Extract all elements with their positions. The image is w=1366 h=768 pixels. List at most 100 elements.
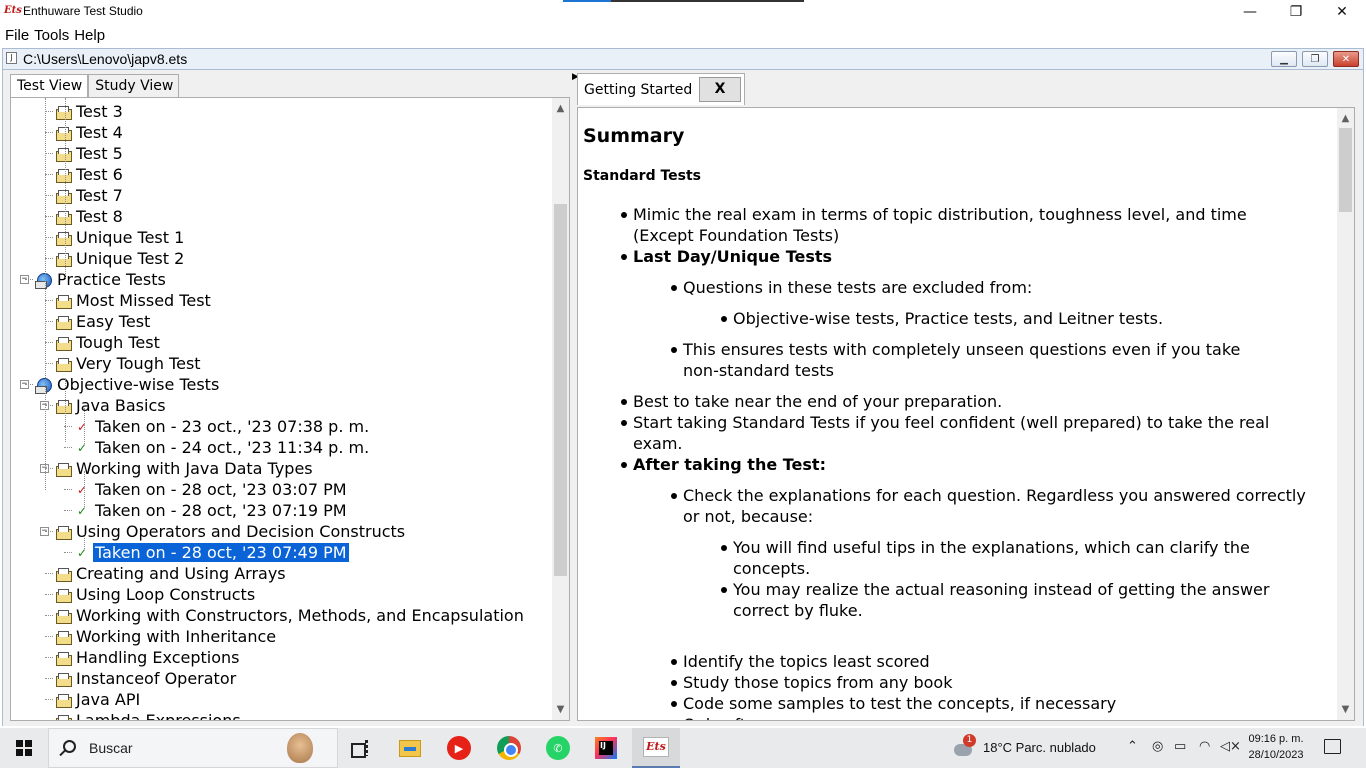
tree-row[interactable]: Instanceof Operator bbox=[55, 668, 238, 689]
tree-row[interactable]: Working with Constructors, Methods, and … bbox=[55, 605, 526, 626]
tree-connector bbox=[64, 552, 72, 553]
chevron-up-icon[interactable]: ⌃ bbox=[1127, 739, 1138, 754]
weather-icon[interactable] bbox=[950, 734, 976, 758]
tree-row[interactable]: ✓ Taken on - 28 oct, '23 03:07 PM bbox=[74, 479, 349, 500]
frame-close-button[interactable]: ✕ bbox=[1333, 51, 1359, 67]
tree-row-label: Unique Test 1 bbox=[76, 228, 185, 247]
tree-row[interactable]: − Working with Java Data Types bbox=[40, 458, 315, 479]
tree-row[interactable]: Unique Test 1 bbox=[55, 227, 186, 248]
file-explorer-button[interactable] bbox=[386, 728, 434, 768]
tree-connector bbox=[45, 363, 53, 364]
tree-row-label: Unique Test 2 bbox=[76, 249, 185, 268]
bullet-line: non-standard tests bbox=[683, 361, 834, 380]
restore-button[interactable]: ❐ bbox=[1273, 0, 1319, 24]
tree-row[interactable]: − Java Basics bbox=[40, 395, 168, 416]
scroll-down-icon[interactable]: ▼ bbox=[552, 701, 569, 718]
enthuware-button[interactable]: Ets bbox=[632, 728, 680, 768]
tree-row[interactable]: − Using Operators and Decision Constructs bbox=[40, 521, 407, 542]
tree-row[interactable]: Tough Test bbox=[55, 332, 162, 353]
tree-row[interactable]: Handling Exceptions bbox=[55, 647, 241, 668]
tab-close-button[interactable]: X bbox=[699, 77, 741, 102]
tree-row[interactable]: ✓ Taken on - 28 oct, '23 07:49 PM bbox=[74, 542, 350, 563]
youtube-button[interactable]: ▶ bbox=[435, 728, 483, 768]
weather-text[interactable]: 18°C Parc. nublado bbox=[983, 740, 1096, 755]
tree-connector bbox=[45, 657, 53, 658]
summary-bullet: Questions in these tests are excluded fr… bbox=[670, 277, 1032, 298]
tree-connector bbox=[45, 594, 53, 595]
tree-connector bbox=[45, 405, 53, 406]
getting-started-panel: Summary Standard Tests Mimic the real ex… bbox=[577, 107, 1355, 721]
clock[interactable]: 09:16 p. m. 28/10/2023 bbox=[1245, 731, 1307, 763]
menu-tools[interactable]: Tools bbox=[29, 25, 69, 46]
passed-attempt-icon: ✓ bbox=[74, 546, 90, 561]
intellij-button[interactable]: IJ bbox=[582, 728, 630, 768]
tree-row[interactable]: ✓ Taken on - 24 oct., '23 11:34 p. m. bbox=[74, 437, 371, 458]
tree-connector bbox=[45, 98, 46, 490]
wifi-icon[interactable]: ◠ bbox=[1199, 739, 1210, 754]
tree-row[interactable]: Most Missed Test bbox=[55, 290, 213, 311]
tree-row[interactable]: − Objective-wise Tests bbox=[20, 374, 221, 395]
tree-row[interactable]: Java API bbox=[55, 689, 142, 710]
frame-maximize-button[interactable]: ❐ bbox=[1302, 51, 1328, 67]
tab-getting-started[interactable]: Getting Started X bbox=[577, 73, 745, 105]
tree-row[interactable]: Unique Test 2 bbox=[55, 248, 186, 269]
tree-connector bbox=[45, 174, 53, 175]
bullet-line: You may realize the actual reasoning ins… bbox=[733, 580, 1270, 599]
summary-bullet: Code some samples to test the concepts, … bbox=[670, 693, 1116, 714]
tree-connector bbox=[45, 531, 53, 532]
task-view-button[interactable] bbox=[336, 728, 384, 768]
tree-row-label: Tough Test bbox=[76, 333, 160, 352]
close-button[interactable]: ✕ bbox=[1319, 0, 1365, 24]
tree-row[interactable]: Creating and Using Arrays bbox=[55, 563, 288, 584]
tree-row-label: Taken on - 28 oct, '23 07:49 PM bbox=[92, 542, 350, 563]
tree-connector bbox=[25, 384, 33, 385]
meet-now-icon[interactable]: ◎ bbox=[1152, 739, 1163, 754]
tree-row[interactable]: Working with Inheritance bbox=[55, 626, 278, 647]
minimize-button[interactable]: — bbox=[1227, 0, 1273, 24]
passed-attempt-icon: ✓ bbox=[74, 441, 90, 456]
test-folder-icon bbox=[55, 315, 72, 330]
tree-connector bbox=[84, 471, 85, 507]
content-heading: Summary bbox=[583, 125, 685, 147]
content-scroll-thumb[interactable] bbox=[1339, 128, 1352, 212]
scroll-up-icon[interactable]: ▲ bbox=[1337, 110, 1354, 127]
content-scrollbar[interactable]: ▲ ▼ bbox=[1337, 108, 1354, 720]
chrome-button[interactable] bbox=[485, 728, 533, 768]
tree-row-label: Practice Tests bbox=[57, 270, 166, 289]
tree-row-label: Taken on - 23 oct., '23 07:38 p. m. bbox=[95, 417, 370, 436]
tree-scrollbar[interactable]: ▲ ▼ bbox=[552, 98, 569, 720]
menu-bar: File Tools Help bbox=[0, 25, 1366, 46]
bullet-line: Identify the topics least scored bbox=[683, 652, 930, 671]
menu-file[interactable]: File bbox=[0, 25, 29, 46]
scroll-down-icon[interactable]: ▼ bbox=[1337, 701, 1354, 718]
tree-row[interactable]: ✓ Taken on - 28 oct, '23 07:19 PM bbox=[74, 500, 349, 521]
tree-connector bbox=[45, 321, 53, 322]
summary-bullet: Best to take near the end of your prepar… bbox=[620, 391, 1002, 412]
chrome-icon bbox=[497, 736, 521, 760]
tree-row[interactable]: − Practice Tests bbox=[20, 269, 168, 290]
tree-row[interactable]: ✓ Taken on - 23 oct., '23 07:38 p. m. bbox=[74, 416, 371, 437]
tree-scroll-thumb[interactable] bbox=[554, 204, 567, 576]
frame-minimize-button[interactable]: ▁ bbox=[1271, 51, 1297, 67]
whatsapp-button[interactable]: ✆ bbox=[534, 728, 582, 768]
tree-row[interactable]: Very Tough Test bbox=[55, 353, 203, 374]
battery-icon[interactable]: ▭ bbox=[1174, 739, 1186, 754]
start-button[interactable] bbox=[0, 728, 48, 768]
tree-row[interactable]: Lambda Expressions bbox=[55, 710, 243, 720]
tree-connector bbox=[45, 132, 53, 133]
notification-icon[interactable] bbox=[1324, 739, 1341, 754]
folder-icon bbox=[399, 739, 421, 757]
volume-muted-icon[interactable]: ◁× bbox=[1220, 739, 1241, 754]
tab-test-view[interactable]: Test View bbox=[10, 74, 89, 98]
tree-row-label: Working with Inheritance bbox=[76, 627, 277, 646]
test-folder-icon bbox=[55, 147, 72, 162]
taskbar-search[interactable]: Buscar bbox=[48, 728, 338, 768]
tree-row[interactable]: Easy Test bbox=[55, 311, 152, 332]
bullet-line: After taking the Test: bbox=[633, 455, 826, 474]
tab-study-view[interactable]: Study View bbox=[88, 74, 180, 98]
tree-row[interactable]: Using Loop Constructs bbox=[55, 584, 257, 605]
bullet-line: You will find useful tips in the explana… bbox=[733, 538, 1250, 557]
scroll-up-icon[interactable]: ▲ bbox=[552, 100, 569, 117]
menu-help[interactable]: Help bbox=[69, 25, 105, 46]
test-folder-icon bbox=[55, 126, 72, 141]
